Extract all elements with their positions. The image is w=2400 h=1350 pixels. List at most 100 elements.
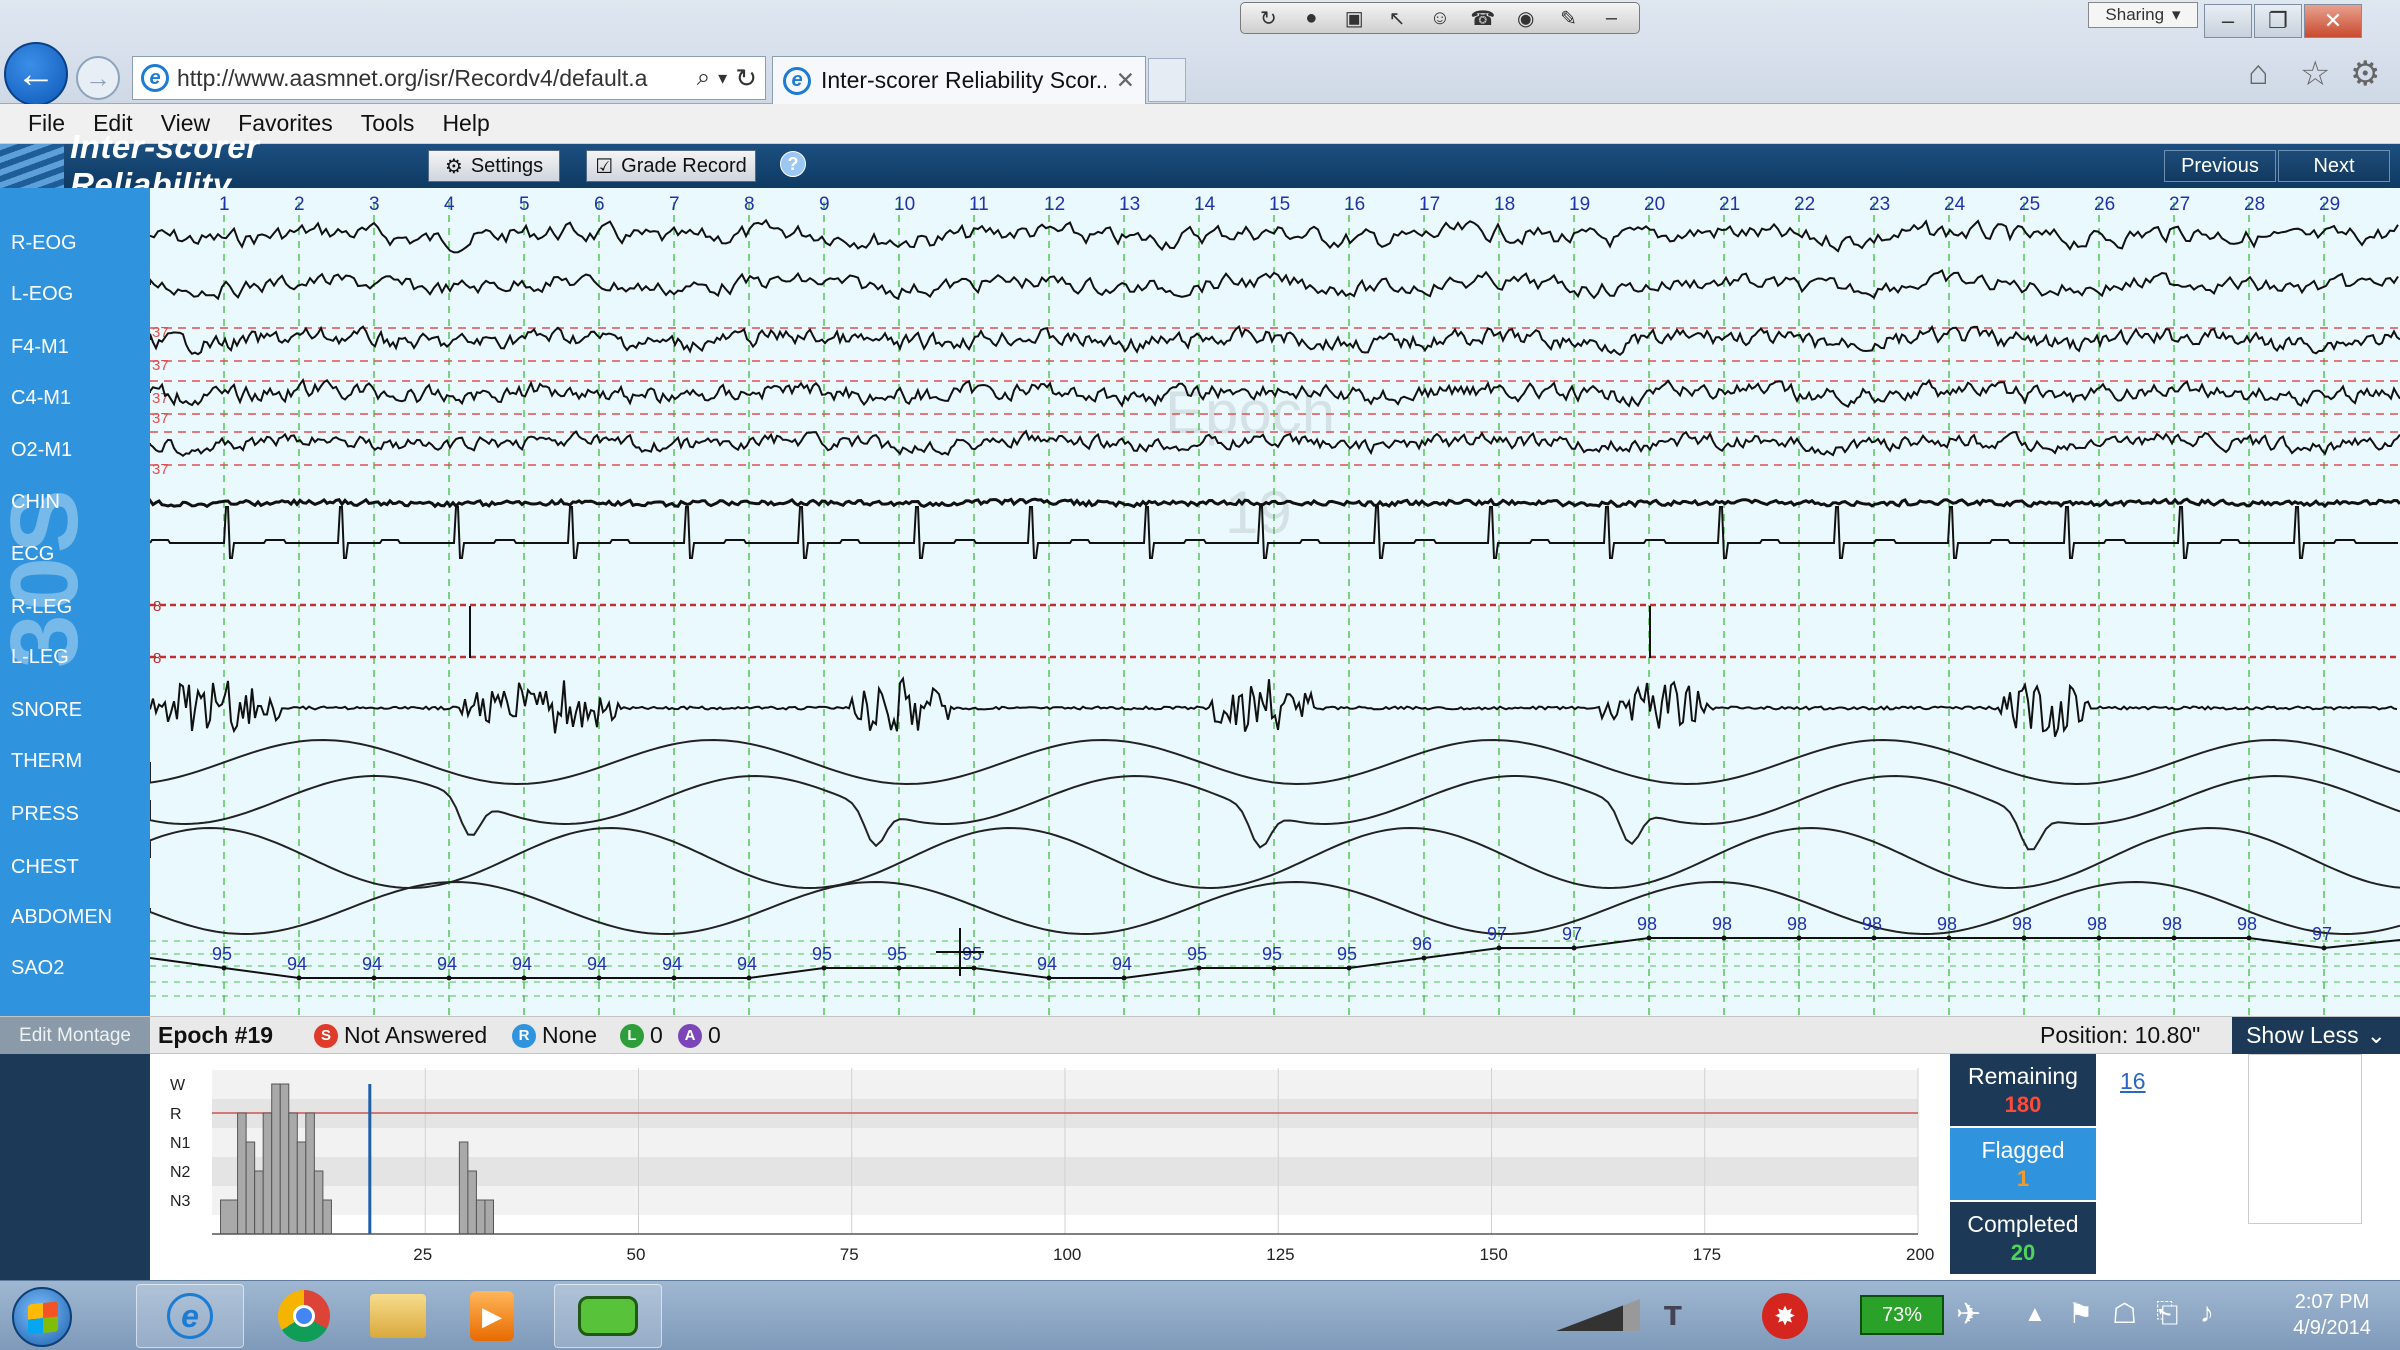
hypno-stage-bar <box>279 1083 290 1235</box>
window-restore-button[interactable]: ❐ <box>2254 4 2302 38</box>
home-icon[interactable]: ⌂ <box>2248 54 2269 93</box>
stage-status-text: Not Answered <box>344 1022 488 1048</box>
search-icon[interactable]: ⌕ <box>697 64 710 92</box>
channel-label[interactable]: L-EOG <box>11 283 73 306</box>
clock-date: 4/9/2014 <box>2293 1317 2371 1339</box>
minimize-toolbar-icon[interactable]: – <box>1596 5 1626 31</box>
signal-traces[interactable]: 1 2 3 4 5 6 7 8 9 10 11 12 13 14 15 16 17 18 19 20 21 22 23 24 2… <box>150 188 2400 1016</box>
second-number: 4 <box>444 194 455 215</box>
sao2-value: 94 <box>1037 954 1057 974</box>
attendees-icon[interactable]: ☺ <box>1425 5 1455 31</box>
leg-count: 0 <box>650 1022 663 1048</box>
taskbar-ie[interactable]: e <box>136 1284 244 1348</box>
window-minimize-button[interactable]: – <box>2204 4 2252 38</box>
menu-file[interactable]: File <box>28 110 65 137</box>
channel-label[interactable]: THERM <box>11 750 82 773</box>
second-number: 22 <box>1794 194 1815 215</box>
taskbar-chrome[interactable] <box>250 1284 358 1348</box>
channel-label[interactable]: SAO2 <box>11 957 64 980</box>
sharing-dropdown[interactable]: Sharing ▾ <box>2088 2 2198 28</box>
refresh-icon[interactable]: ↻ <box>735 63 757 94</box>
channel-label[interactable]: PRESS <box>11 803 79 826</box>
wireless-icon[interactable]: 𝗧 <box>1664 1301 1682 1332</box>
channel-label[interactable]: R-EOG <box>11 232 77 255</box>
previous-button[interactable]: Previous <box>2164 150 2276 182</box>
ie-page-icon: e <box>141 64 169 92</box>
favorites-star-icon[interactable]: ☆ <box>2300 54 2330 94</box>
channel-label[interactable]: CHEST <box>11 856 79 879</box>
airplane-icon[interactable]: ✈ <box>1956 1297 1981 1332</box>
screen-icon[interactable]: ▣ <box>1339 5 1369 31</box>
pen-icon[interactable]: ✎ <box>1554 5 1584 31</box>
edit-montage-button[interactable]: Edit Montage <box>0 1017 150 1054</box>
flag-icon[interactable]: ⚑ <box>2068 1297 2093 1330</box>
channel-label[interactable]: SNORE <box>11 699 82 722</box>
scale-label: 37 <box>152 324 169 341</box>
channel-label[interactable]: ABDOMEN <box>11 906 112 929</box>
flagged-value: 1 <box>2016 1165 2030 1191</box>
flagged-epoch-link[interactable]: 16 <box>2120 1068 2146 1095</box>
sao2-value: 94 <box>587 954 607 974</box>
battery-indicator[interactable]: 73% <box>1860 1295 1944 1335</box>
volume-icon[interactable]: ♪ <box>2200 1297 2214 1329</box>
hypno-stage-bar <box>254 1170 264 1235</box>
flagged-counter[interactable]: Flagged 1 <box>1950 1128 2096 1200</box>
therm-trace <box>150 738 2400 786</box>
refresh-share-icon[interactable]: ↻ <box>1253 5 1283 31</box>
second-number: 17 <box>1419 194 1440 215</box>
back-button[interactable]: ← <box>4 42 68 106</box>
taskbar-chat-app[interactable] <box>554 1284 662 1348</box>
abdomen-trace <box>150 880 2400 936</box>
next-button[interactable]: Next <box>2278 150 2390 182</box>
screen-share-toolbar: ↻ ● ▣ ↖ ☺ ☎ ◉ ✎ – <box>1240 2 1640 34</box>
stage-status[interactable]: S Not Answered <box>314 1022 487 1049</box>
taskbar-explorer[interactable] <box>344 1284 452 1348</box>
grade-record-button[interactable]: ☑ Grade Record <box>586 150 756 182</box>
channel-label[interactable]: C4-M1 <box>11 387 71 410</box>
hypno-stage-bar <box>322 1199 332 1235</box>
leg-scale-label: 8 <box>153 598 161 615</box>
channel-label[interactable]: O2-M1 <box>11 439 72 462</box>
security-alert-icon[interactable]: ✸ <box>1762 1293 1808 1339</box>
device-icon[interactable]: ☖ <box>2112 1297 2137 1330</box>
window-close-button[interactable]: ✕ <box>2304 4 2362 38</box>
hypno-stage-label: W <box>170 1077 186 1094</box>
network-icon[interactable]: ⎗ <box>2156 1297 2178 1330</box>
epoch-watermark-text: Epoch <box>1165 379 1335 446</box>
record-icon[interactable]: ● <box>1296 5 1326 31</box>
close-tab-icon[interactable]: ✕ <box>1116 67 1135 94</box>
browser-tab-active[interactable]: e Inter-scorer Reliability Scor... ✕ <box>772 56 1146 104</box>
f4-m1-trace <box>150 324 2400 356</box>
leg-status[interactable]: L 0 <box>620 1022 663 1049</box>
pointer-icon[interactable]: ↖ <box>1382 5 1412 31</box>
arousal-count: 0 <box>708 1022 721 1048</box>
gear-icon[interactable]: ⚙ <box>2350 54 2380 94</box>
hypnogram[interactable]: 25 50 75 100 125 150 175 200 WR N1 N2 N3 <box>150 1054 1940 1280</box>
show-hidden-icons[interactable]: ▲ <box>2024 1301 2046 1327</box>
phone-icon[interactable]: ☎ <box>1468 5 1498 31</box>
ie-tab-icon: e <box>783 66 811 95</box>
channel-label[interactable]: F4-M1 <box>11 336 69 359</box>
forward-button[interactable]: → <box>76 56 120 100</box>
respiratory-status[interactable]: R None <box>512 1022 597 1049</box>
menu-help[interactable]: Help <box>442 110 489 137</box>
taskbar-media-player[interactable]: ▶ <box>438 1284 546 1348</box>
taskbar-clock[interactable]: 2:07 PM 4/9/2014 <box>2272 1289 2392 1341</box>
hypnogram-left-spacer <box>0 1054 150 1280</box>
dropdown-arrow-icon[interactable]: ▾ <box>718 68 727 89</box>
chat-icon[interactable]: ◉ <box>1511 5 1541 31</box>
start-button[interactable] <box>12 1287 72 1347</box>
show-less-button[interactable]: Show Less ⌄ <box>2232 1017 2400 1054</box>
address-bar[interactable]: e http://www.aasmnet.org/isr/Recordv4/de… <box>132 56 766 100</box>
settings-button[interactable]: ⚙ Settings <box>428 150 560 182</box>
help-icon[interactable]: ? <box>780 151 806 177</box>
signal-strength-icon[interactable] <box>1556 1299 1640 1331</box>
hypno-stage-bar <box>458 1141 469 1235</box>
hypno-x-tick: 100 <box>1053 1245 1081 1264</box>
hypno-stage-bar <box>475 1199 486 1235</box>
new-tab-button[interactable] <box>1148 58 1186 102</box>
signal-trace-area[interactable]: 1 2 3 4 5 6 7 8 9 10 11 12 13 14 15 16 17 18 19 20 21 22 23 24 2… <box>150 188 2400 1016</box>
arousal-status[interactable]: A 0 <box>678 1022 721 1049</box>
address-url[interactable]: http://www.aasmnet.org/isr/Recordv4/defa… <box>177 65 689 92</box>
sao2-value: 94 <box>362 954 382 974</box>
